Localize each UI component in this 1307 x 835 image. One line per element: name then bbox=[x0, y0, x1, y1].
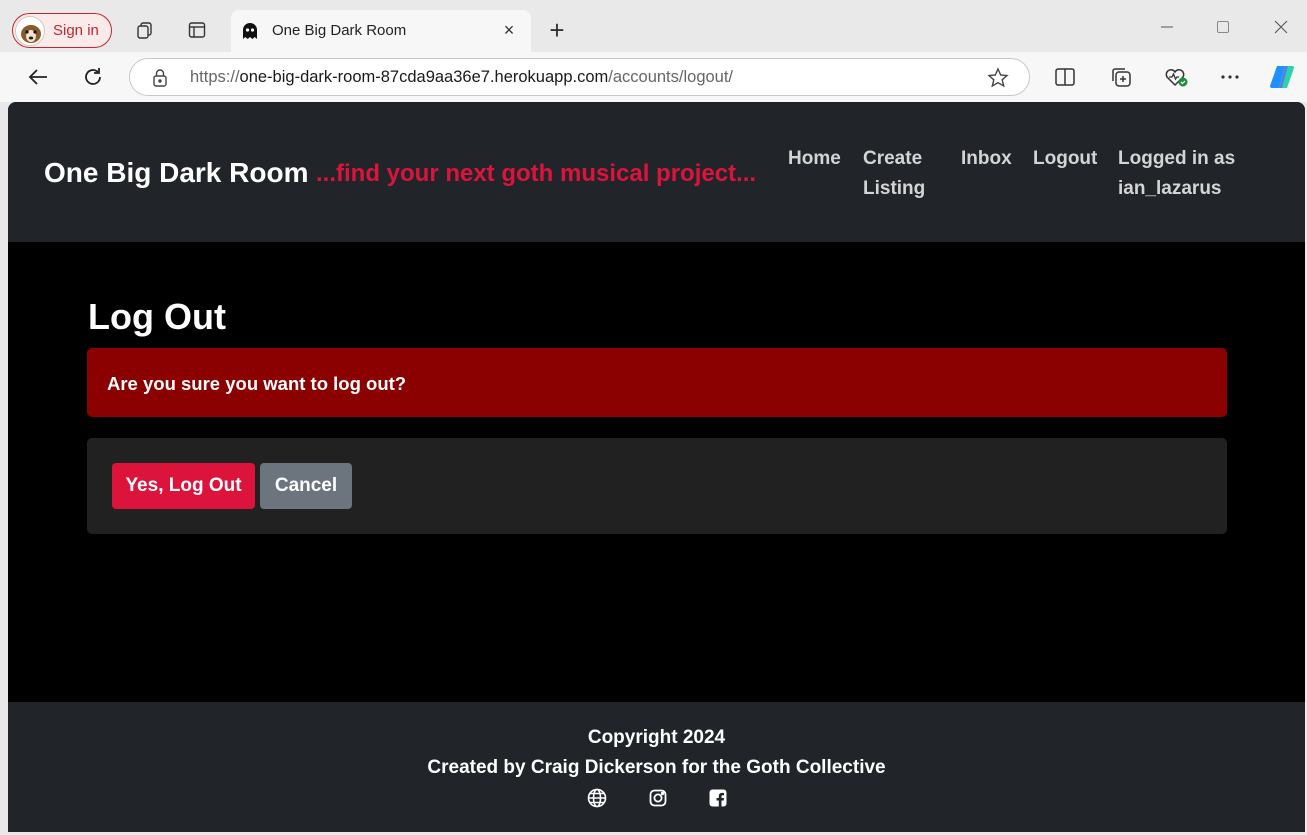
address-bar[interactable]: https://one-big-dark-room-87cda9aa36e7.h… bbox=[129, 58, 1030, 96]
browser-essentials-icon[interactable] bbox=[1160, 61, 1192, 93]
back-arrow-icon[interactable] bbox=[22, 61, 54, 93]
page-title: Log Out bbox=[88, 296, 226, 337]
site-navbar: One Big Dark Room ...find your next goth… bbox=[8, 102, 1305, 242]
logout-alert: Are you sure you want to log out? bbox=[87, 348, 1227, 417]
profile-sign-in-button[interactable]: Sign in bbox=[12, 13, 112, 48]
logged-in-username: ian_lazarus bbox=[1118, 178, 1222, 199]
copilot-icon[interactable] bbox=[1266, 61, 1298, 93]
instagram-icon[interactable] bbox=[648, 788, 668, 808]
confirm-logout-button[interactable]: Yes, Log Out bbox=[112, 463, 255, 509]
nav-create-listing-line2: Listing bbox=[863, 178, 926, 199]
close-tab-icon[interactable]: × bbox=[495, 16, 523, 44]
facebook-icon[interactable] bbox=[708, 788, 728, 808]
logged-in-status: Logged in as ian_lazarus bbox=[1118, 144, 1235, 204]
site-footer: Copyright 2024 Created by Craig Dickerso… bbox=[8, 702, 1305, 832]
lock-icon[interactable] bbox=[151, 68, 169, 93]
url-path: /accounts/logout/ bbox=[608, 68, 734, 86]
tab-one-big-dark-room[interactable]: One Big Dark Room × bbox=[231, 10, 531, 52]
new-tab-button[interactable]: + bbox=[541, 14, 573, 46]
url-host: one-big-dark-room-87cda9aa36e7.herokuapp… bbox=[239, 68, 609, 86]
alert-message: Are you sure you want to log out? bbox=[107, 373, 407, 394]
nav-create-listing[interactable]: Create Listing bbox=[863, 144, 925, 204]
tab-title: One Big Dark Room bbox=[272, 22, 407, 39]
workspaces-icon[interactable] bbox=[129, 14, 161, 46]
logout-form: Yes, Log Out Cancel bbox=[87, 438, 1227, 534]
browser-toolbar: https://one-big-dark-room-87cda9aa36e7.h… bbox=[0, 52, 1307, 102]
collections-icon[interactable] bbox=[1105, 61, 1137, 93]
close-window-icon[interactable] bbox=[1258, 10, 1304, 44]
site-tagline: ...find your next goth musical project..… bbox=[316, 160, 757, 187]
sign-in-label: Sign in bbox=[53, 22, 99, 39]
maximize-icon[interactable] bbox=[1200, 10, 1246, 44]
favorite-star-icon[interactable] bbox=[987, 67, 1009, 94]
page-viewport: One Big Dark Room ...find your next goth… bbox=[8, 102, 1305, 832]
nav-inbox[interactable]: Inbox bbox=[961, 144, 1012, 174]
nav-logout[interactable]: Logout bbox=[1033, 144, 1097, 174]
minimize-icon[interactable] bbox=[1144, 10, 1190, 44]
globe-icon[interactable] bbox=[587, 788, 607, 808]
copyright-text: Copyright 2024 bbox=[587, 727, 726, 748]
site-brand[interactable]: One Big Dark Room bbox=[44, 157, 308, 189]
vertical-tabs-icon[interactable] bbox=[181, 14, 213, 46]
url-scheme: https:// bbox=[190, 68, 240, 86]
credit-text: Created by Craig Dickerson for the Goth … bbox=[427, 757, 886, 778]
nav-create-listing-line1: Create bbox=[863, 148, 923, 169]
split-screen-icon[interactable] bbox=[1049, 61, 1081, 93]
url-text[interactable]: https://one-big-dark-room-87cda9aa36e7.h… bbox=[190, 68, 733, 87]
browser-tab-bar: Sign in One Big Dark Room × + bbox=[0, 0, 1307, 52]
main-content: Log Out Are you sure you want to log out… bbox=[8, 242, 1305, 702]
more-options-icon[interactable] bbox=[1214, 61, 1246, 93]
refresh-icon[interactable] bbox=[77, 61, 109, 93]
ghost-icon bbox=[240, 21, 260, 46]
avatar bbox=[15, 15, 45, 46]
nav-home[interactable]: Home bbox=[788, 144, 841, 174]
logged-in-label: Logged in as bbox=[1118, 148, 1236, 169]
cancel-button[interactable]: Cancel bbox=[260, 463, 352, 509]
